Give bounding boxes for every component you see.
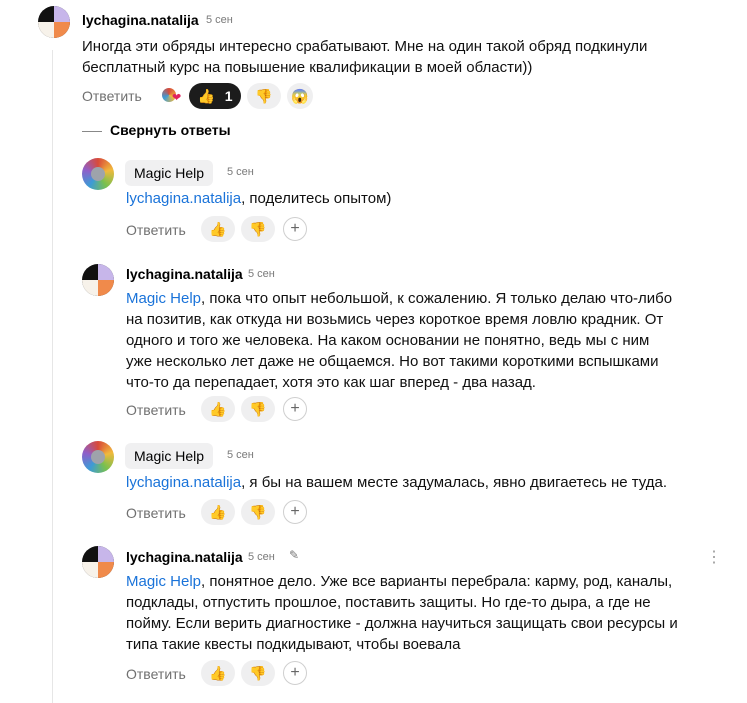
reply-author[interactable]: Magic Help bbox=[125, 443, 214, 469]
thumbs-up-icon: 👍 bbox=[209, 665, 227, 681]
dislike-reaction-button[interactable]: 👎 bbox=[247, 83, 281, 109]
like-reaction-button[interactable]: 👍 bbox=[201, 396, 235, 422]
mention-link[interactable]: Magic Help bbox=[126, 290, 201, 307]
reply-text: Magic Help, понятное дело. Уже все вариа… bbox=[126, 573, 678, 653]
thumbs-down-icon: 👎 bbox=[249, 665, 267, 681]
heart-icon: ❤ bbox=[172, 92, 182, 104]
add-reaction-button[interactable]: + bbox=[283, 397, 307, 421]
add-reaction-button[interactable]: + bbox=[283, 661, 307, 685]
dislike-reaction-button[interactable]: 👎 bbox=[241, 396, 275, 422]
avatar[interactable] bbox=[82, 264, 114, 296]
more-options-icon[interactable]: ⋮ bbox=[706, 547, 722, 567]
reply-text: lychagina.natalija, поделитесь опытом) bbox=[126, 190, 392, 207]
reply-time: 5 сен bbox=[248, 551, 275, 563]
comment-time: 5 сен bbox=[206, 14, 233, 26]
thumbs-up-icon: 👍 bbox=[209, 504, 227, 520]
pencil-icon[interactable]: ✎ bbox=[289, 548, 299, 562]
thumbs-down-icon: 👎 bbox=[249, 504, 267, 520]
add-reaction-button[interactable]: + bbox=[283, 500, 307, 524]
reply-button[interactable]: Ответить bbox=[126, 666, 186, 682]
reply-text: lychagina.natalija, я бы на вашем месте … bbox=[126, 474, 668, 491]
scream-reaction-button[interactable]: 😱 bbox=[287, 83, 313, 109]
avatar[interactable] bbox=[38, 6, 70, 38]
reply-button[interactable]: Ответить bbox=[126, 505, 186, 521]
reply-button[interactable]: Ответить bbox=[126, 222, 186, 238]
reply-time: 5 сен bbox=[227, 166, 254, 178]
reactors-avatars[interactable]: ❤ bbox=[160, 83, 184, 109]
reply-author[interactable]: lychagina.natalija bbox=[126, 549, 243, 565]
collapse-replies-button[interactable]: Свернуть ответы bbox=[110, 122, 231, 138]
mention-link[interactable]: lychagina.natalija bbox=[126, 474, 241, 491]
thumbs-down-icon: 👎 bbox=[255, 88, 273, 104]
reply-time: 5 сен bbox=[248, 268, 275, 280]
add-reaction-button[interactable]: + bbox=[283, 217, 307, 241]
like-count: 1 bbox=[224, 88, 233, 104]
thumbs-up-icon: 👍 bbox=[197, 88, 215, 104]
dislike-reaction-button[interactable]: 👎 bbox=[241, 216, 275, 242]
dislike-reaction-button[interactable]: 👎 bbox=[241, 499, 275, 525]
thumbs-up-icon: 👍 bbox=[209, 221, 227, 237]
comment-text: Иногда эти обряды интересно срабатывают.… bbox=[82, 38, 648, 76]
reply-button[interactable]: Ответить bbox=[82, 88, 142, 104]
mention-link[interactable]: Magic Help bbox=[126, 573, 201, 590]
reply-time: 5 сен bbox=[227, 449, 254, 461]
comment-author[interactable]: lychagina.natalija bbox=[82, 12, 199, 28]
reply-author[interactable]: Magic Help bbox=[125, 160, 214, 186]
avatar[interactable] bbox=[82, 546, 114, 578]
mention-link[interactable]: lychagina.natalija bbox=[126, 190, 241, 207]
like-reaction-button[interactable]: 👍 bbox=[201, 216, 235, 242]
avatar[interactable] bbox=[82, 158, 114, 190]
like-reaction-button[interactable]: 👍 bbox=[201, 660, 235, 686]
like-reaction-button[interactable]: 👍 1 bbox=[189, 83, 241, 109]
thread-line bbox=[52, 50, 53, 703]
like-reaction-button[interactable]: 👍 bbox=[201, 499, 235, 525]
collapse-dash bbox=[82, 131, 102, 132]
scream-icon: 😱 bbox=[291, 88, 309, 104]
thumbs-down-icon: 👎 bbox=[249, 401, 267, 417]
thumbs-down-icon: 👎 bbox=[249, 221, 267, 237]
reply-text: Magic Help, пока что опыт небольшой, к с… bbox=[126, 290, 673, 391]
reply-button[interactable]: Ответить bbox=[126, 402, 186, 418]
reply-author[interactable]: lychagina.natalija bbox=[126, 266, 243, 282]
avatar[interactable] bbox=[82, 441, 114, 473]
dislike-reaction-button[interactable]: 👎 bbox=[241, 660, 275, 686]
thumbs-up-icon: 👍 bbox=[209, 401, 227, 417]
